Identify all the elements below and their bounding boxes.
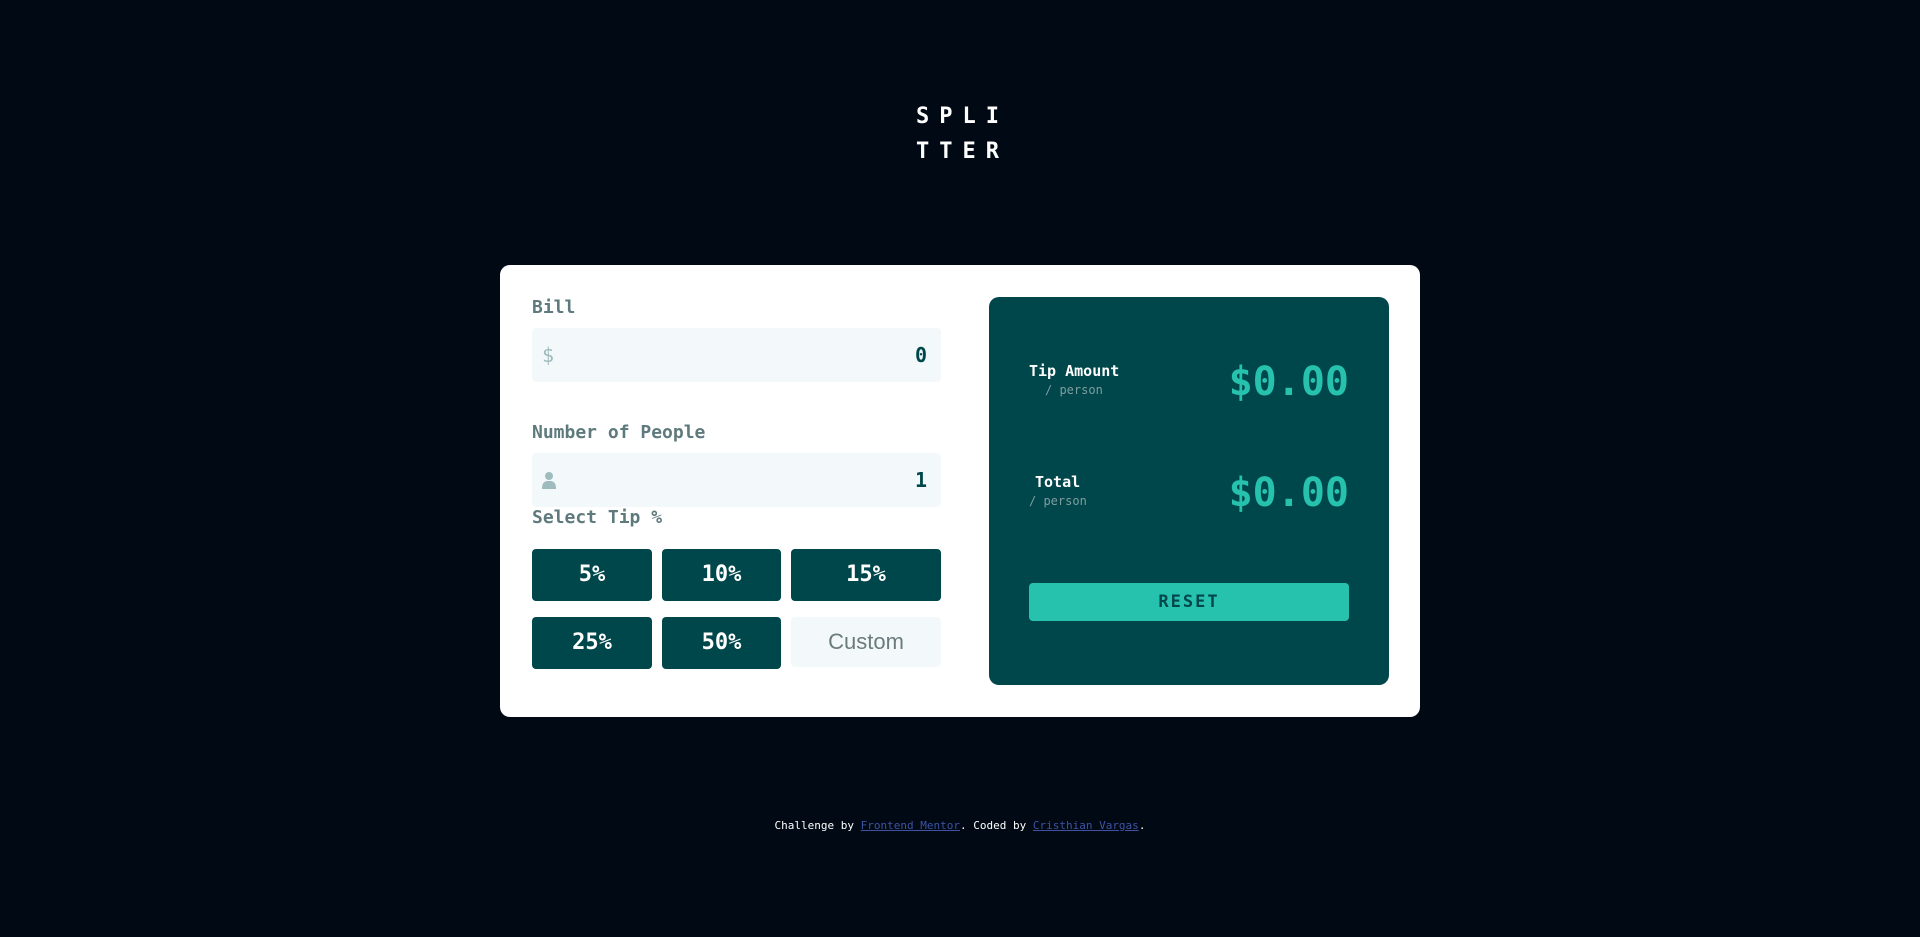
tip-amount-value: $0.00 [1228,359,1349,405]
frontend-mentor-link[interactable]: Frontend Mentor [861,819,960,832]
total-per-person: / person [1029,494,1087,508]
person-icon [542,472,556,489]
reset-button[interactable]: RESET [1029,583,1349,621]
bill-field: $ [532,328,941,382]
tip-amount-label: Tip Amount [1029,362,1120,380]
bill-label: Bill [532,297,576,318]
people-field [532,453,941,507]
people-label: Number of People [532,422,706,443]
select-tip-label: Select Tip % [532,507,663,528]
tip-10-button[interactable]: 10% [662,549,781,601]
tip-50-button[interactable]: 50% [662,617,781,669]
bill-input[interactable] [587,328,927,382]
tip-25-button[interactable]: 25% [532,617,652,669]
app-logo: SPLI TTER [916,99,1009,169]
tip-amount-per-person: / person [1045,383,1103,397]
author-link[interactable]: Cristhian Vargas [1033,819,1139,832]
logo-line-1: SPLI [916,104,1009,129]
custom-tip-input[interactable] [791,617,941,667]
logo-line-2: TTER [916,139,1009,164]
total-label: Total [1035,473,1081,491]
tip-5-button[interactable]: 5% [532,549,652,601]
people-input[interactable] [587,453,927,507]
result-panel: Tip Amount / person $0.00 Total / person… [989,297,1389,685]
footer-middle: . Coded by [959,819,1033,832]
footer-prefix: Challenge by [774,819,861,832]
footer-suffix: . [1138,819,1146,832]
tip-15-button[interactable]: 15% [791,549,941,601]
calculator-card: Bill $ Number of People Select Tip % 5% … [500,265,1420,717]
dollar-icon: $ [542,343,555,367]
total-value: $0.00 [1228,470,1349,516]
attribution-footer: Challenge by Frontend Mentor. Coded by C… [0,819,1920,832]
